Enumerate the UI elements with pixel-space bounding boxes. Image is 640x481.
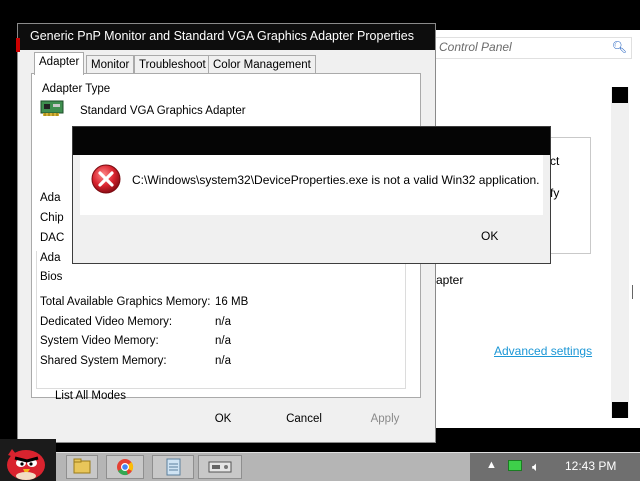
- adapter-info-label: Ada: [40, 192, 61, 204]
- error-dialog-titlebar[interactable]: [73, 127, 550, 155]
- adapter-type-label: Adapter Type: [42, 83, 111, 95]
- tab-adapter[interactable]: Adapter: [34, 52, 85, 75]
- list-all-modes-label: List All Modes: [55, 390, 126, 402]
- dialog-title: Generic PnP Monitor and Standard VGA Gra…: [30, 29, 415, 43]
- explorer-icon[interactable]: [66, 455, 98, 479]
- display-icon[interactable]: [198, 455, 242, 479]
- dedicated-video-memory-label: Dedicated Video Memory:: [40, 316, 173, 328]
- start-icon[interactable]: [0, 439, 56, 481]
- total-graphics-memory-value: 16 MB: [215, 296, 249, 308]
- dialog-titlebar[interactable]: Generic PnP Monitor and Standard VGA Gra…: [18, 24, 435, 50]
- taskbar: ▲ 🔈︎ 12:43 PM: [0, 439, 640, 481]
- dedicated-video-memory-value: n/a: [215, 316, 231, 328]
- search-icon[interactable]: 🔍︎: [612, 40, 627, 54]
- list-all-modes-button[interactable]: List All Modes: [52, 387, 132, 409]
- advanced-settings-link[interactable]: Advanced settings: [494, 344, 592, 358]
- chevron-up-icon[interactable]: ▲: [486, 459, 497, 471]
- network-icon[interactable]: [508, 460, 522, 471]
- control-panel-text-fragment: ct: [550, 154, 560, 168]
- window-edge: [632, 285, 640, 299]
- apply-button[interactable]: Apply: [350, 409, 420, 429]
- scroll-down-button[interactable]: [612, 402, 628, 418]
- tab-monitor[interactable]: Monitor: [86, 55, 135, 74]
- error-message-area: C:\Windows\system32\DeviceProperties.exe…: [80, 155, 543, 215]
- cancel-button[interactable]: Cancel: [269, 409, 339, 429]
- notepad-icon[interactable]: [152, 455, 194, 479]
- system-video-memory-value: n/a: [215, 335, 231, 347]
- tab-troubleshoot[interactable]: Troubleshoot: [134, 55, 211, 74]
- tab-color-management[interactable]: Color Management: [208, 55, 316, 74]
- search-placeholder: Control Panel: [439, 40, 512, 54]
- volume-icon[interactable]: 🔈︎: [532, 459, 540, 475]
- error-ok-button[interactable]: OK: [481, 229, 498, 243]
- error-dialog: C:\Windows\system32\DeviceProperties.exe…: [72, 126, 551, 264]
- control-panel-search[interactable]: Control Panel 🔍︎: [434, 37, 632, 59]
- control-panel-scrollbar[interactable]: [611, 87, 629, 418]
- dac-type-label: DAC: [40, 232, 65, 244]
- chrome-icon[interactable]: [106, 455, 144, 479]
- control-panel-text-fragment: apter: [436, 273, 464, 287]
- adapter-name: Standard VGA Graphics Adapter: [80, 105, 246, 117]
- system-video-memory-label: System Video Memory:: [40, 335, 159, 347]
- graphics-card-icon: [40, 100, 64, 116]
- scroll-up-button[interactable]: [612, 87, 628, 103]
- clock[interactable]: 12:43 PM: [565, 459, 616, 473]
- ok-button[interactable]: OK: [188, 409, 258, 429]
- system-tray: ▲ 🔈︎ 12:43 PM: [470, 453, 640, 481]
- chip-type-label: Chip: [40, 212, 64, 224]
- window-edge-accent: [16, 38, 20, 52]
- shared-system-memory-label: Shared System Memory:: [40, 355, 167, 367]
- shared-system-memory-value: n/a: [215, 355, 231, 367]
- control-panel-text-fragment: fy: [550, 186, 560, 200]
- error-message: C:\Windows\system32\DeviceProperties.exe…: [132, 173, 540, 187]
- total-graphics-memory-label: Total Available Graphics Memory:: [40, 296, 211, 308]
- error-icon: [91, 164, 121, 194]
